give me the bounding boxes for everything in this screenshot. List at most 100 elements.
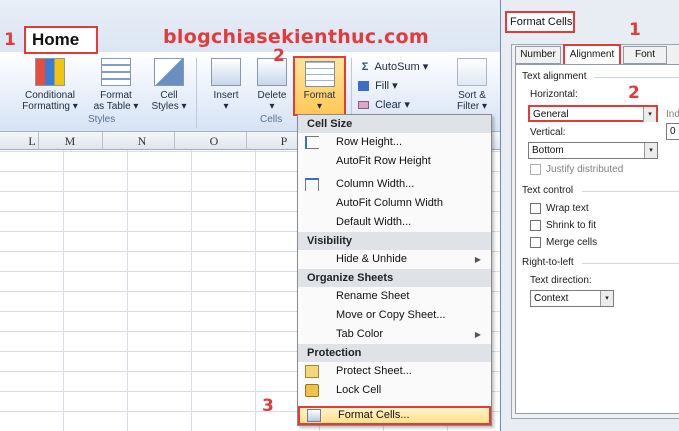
menu-item-label: AutoFit Column Width	[336, 197, 443, 209]
menu-item-label: Format Cells...	[338, 409, 410, 421]
cell-styles-icon	[154, 58, 184, 86]
menu-item-autofit-row-height[interactable]: AutoFit Row Height	[298, 152, 491, 171]
row-height-icon	[305, 136, 319, 149]
menu-item-lock-cell[interactable]: Lock Cell	[298, 381, 491, 400]
fill-down-icon	[358, 81, 369, 92]
watermark-text: blogchiasekienthuc.com	[163, 26, 429, 48]
shrink-to-fit-checkbox[interactable]	[530, 220, 541, 231]
menu-section-visibility: Visibility	[298, 232, 491, 250]
menu-item-label: Tab Color	[336, 328, 384, 340]
step-2-marker: 2	[273, 46, 285, 66]
step-2-marker: 2	[628, 83, 640, 103]
format-button[interactable]: Format ▾	[293, 56, 346, 116]
menu-item-label: Move or Copy Sheet...	[336, 309, 446, 321]
justify-distributed-label: Justify distributed	[546, 164, 624, 175]
indent-label: Ind	[666, 109, 679, 120]
tab-font[interactable]: Font	[623, 46, 667, 64]
section-right-to-left: Right-to-left	[522, 257, 574, 268]
autosum-button[interactable]: Σ AutoSum ▾	[358, 60, 429, 73]
insert-cells-icon	[211, 58, 241, 86]
column-header-m[interactable]: M	[38, 134, 102, 149]
sigma-icon: Σ	[361, 61, 369, 73]
group-label-styles: Styles	[88, 114, 116, 125]
section-divider	[594, 77, 679, 78]
insert-label: Insert	[213, 90, 239, 101]
horizontal-value: General	[533, 109, 569, 120]
column-width-icon	[305, 178, 319, 191]
column-divider	[174, 132, 175, 150]
ribbon-separator	[196, 58, 197, 128]
menu-section-protection: Protection	[298, 344, 491, 362]
column-divider	[246, 132, 247, 150]
text-direction-select[interactable]: Context ▾	[530, 290, 614, 307]
format-icon	[304, 61, 335, 87]
column-header-n[interactable]: N	[110, 134, 174, 149]
menu-item-tab-color[interactable]: Tab Color ▶	[298, 325, 491, 344]
sort-label-2: Filter ▾	[456, 101, 488, 112]
format-cells-icon	[307, 409, 321, 422]
fill-label: Fill ▾	[375, 80, 398, 92]
format-cells-dialog: Format Cells 1 Number Alignment Font Tex…	[500, 0, 679, 431]
menu-item-move-copy-sheet[interactable]: Move or Copy Sheet...	[298, 306, 491, 325]
insert-button[interactable]: Insert ▾	[204, 58, 248, 112]
tab-home[interactable]: Home	[24, 26, 98, 54]
menu-item-protect-sheet[interactable]: Protect Sheet...	[298, 362, 491, 381]
sort-label-1: Sort &	[458, 90, 486, 101]
group-label-cells: Cells	[260, 114, 283, 125]
menu-item-hide-unhide[interactable]: Hide & Unhide ▶	[298, 250, 491, 269]
menu-section-organize-sheets: Organize Sheets	[298, 269, 491, 287]
step-1-marker: 1	[629, 20, 641, 40]
cell-styles-label-1: Cell	[160, 90, 178, 101]
clear-label: Clear ▾	[375, 99, 410, 111]
menu-item-label: Protect Sheet...	[336, 365, 412, 377]
menu-section-cell-size: Cell Size	[298, 115, 491, 133]
indent-input[interactable]: 0	[666, 123, 679, 140]
vertical-align-select[interactable]: Bottom ▾	[528, 142, 658, 159]
menu-item-rename-sheet[interactable]: Rename Sheet	[298, 287, 491, 306]
delete-button[interactable]: Delete ▾	[252, 58, 292, 112]
column-header-o[interactable]: O	[182, 134, 246, 149]
wrap-text-label: Wrap text	[546, 203, 589, 214]
section-divider	[582, 263, 679, 264]
vertical-value: Bottom	[532, 145, 564, 156]
horizontal-align-select[interactable]: General ▾	[528, 105, 658, 122]
submenu-arrow-icon: ▶	[474, 330, 481, 339]
format-label: Format	[303, 90, 336, 101]
conditional-label-2: Formatting ▾	[22, 101, 78, 112]
format-dropdown-arrow: ▾	[316, 101, 323, 112]
menu-item-label: Default Width...	[336, 216, 412, 228]
wrap-text-checkbox[interactable]	[530, 203, 541, 214]
column-divider	[102, 132, 103, 150]
conditional-label-1: Conditional	[24, 90, 76, 101]
format-as-table-icon	[101, 58, 131, 86]
conditional-formatting-icon	[35, 58, 65, 86]
menu-item-column-width[interactable]: Column Width...	[298, 175, 491, 194]
shrink-to-fit-label: Shrink to fit	[546, 220, 597, 231]
justify-distributed-checkbox[interactable]	[530, 164, 541, 175]
menu-item-label: Hide & Unhide	[336, 253, 407, 265]
vertical-label: Vertical:	[530, 127, 566, 138]
clear-button[interactable]: Clear ▾	[358, 98, 410, 111]
conditional-formatting-button[interactable]: Conditional Formatting ▾	[14, 58, 86, 112]
menu-item-autofit-column-width[interactable]: AutoFit Column Width	[298, 194, 491, 213]
menu-item-row-height[interactable]: Row Height...	[298, 133, 491, 152]
sort-filter-button[interactable]: Sort & Filter ▾	[446, 58, 498, 112]
horizontal-label: Horizontal:	[530, 89, 578, 100]
delete-label: Delete	[257, 90, 287, 101]
sort-az-icon	[457, 58, 487, 86]
menu-item-default-width[interactable]: Default Width...	[298, 213, 491, 232]
chevron-down-icon: ▾	[644, 143, 657, 158]
menu-item-format-cells[interactable]: Format Cells...	[298, 406, 491, 425]
format-table-label-1: Format	[100, 90, 132, 101]
tab-number[interactable]: Number	[515, 46, 561, 64]
format-as-table-button[interactable]: Format as Table ▾	[88, 58, 144, 112]
cell-styles-button[interactable]: Cell Styles ▾	[146, 58, 192, 112]
merge-cells-checkbox[interactable]	[530, 237, 541, 248]
format-dropdown-menu: Cell Size Row Height... AutoFit Row Heig…	[297, 114, 492, 426]
protect-sheet-icon	[305, 365, 319, 378]
submenu-arrow-icon: ▶	[474, 255, 481, 264]
menu-item-label: Lock Cell	[336, 384, 382, 396]
tab-alignment[interactable]: Alignment	[563, 44, 621, 66]
eraser-icon	[358, 101, 369, 110]
fill-button[interactable]: Fill ▾	[358, 79, 398, 92]
